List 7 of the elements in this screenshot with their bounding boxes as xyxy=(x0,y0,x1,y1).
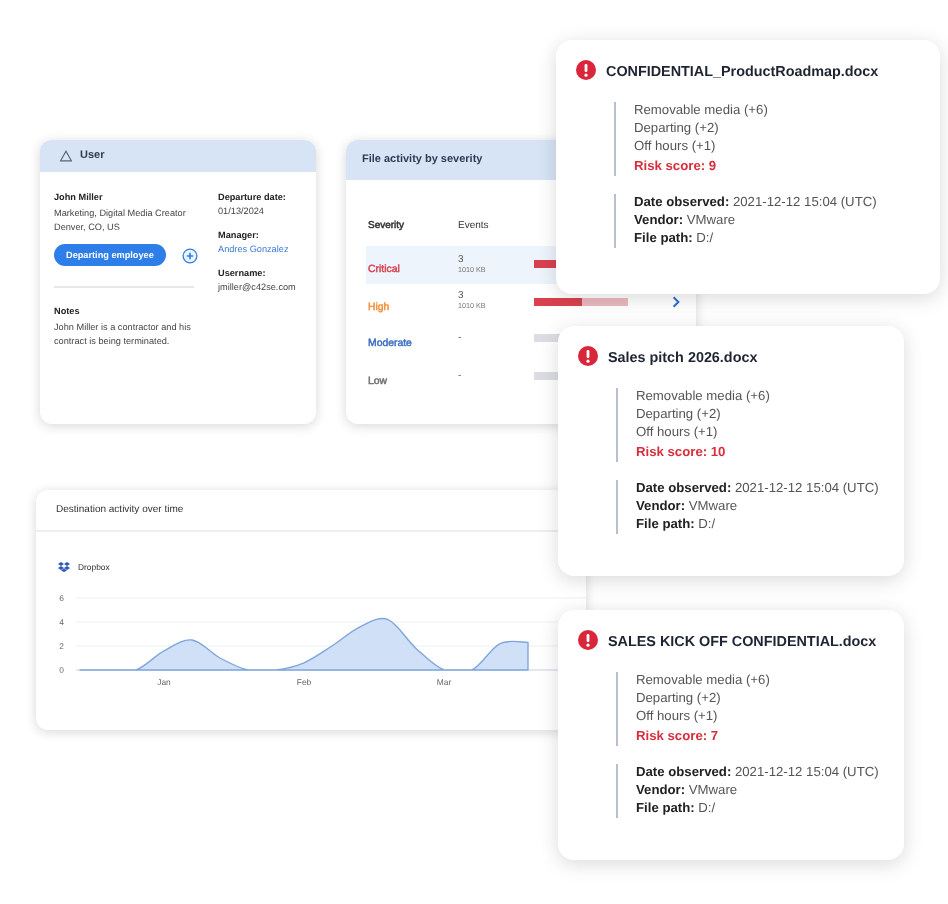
alert-icon xyxy=(576,60,596,80)
warning-icon xyxy=(60,150,72,162)
chevron-icon[interactable] xyxy=(672,295,680,308)
alert-icon xyxy=(578,630,598,650)
alert-icon xyxy=(578,346,598,366)
dropbox-icon xyxy=(58,562,70,572)
add-icon[interactable] xyxy=(181,247,198,263)
